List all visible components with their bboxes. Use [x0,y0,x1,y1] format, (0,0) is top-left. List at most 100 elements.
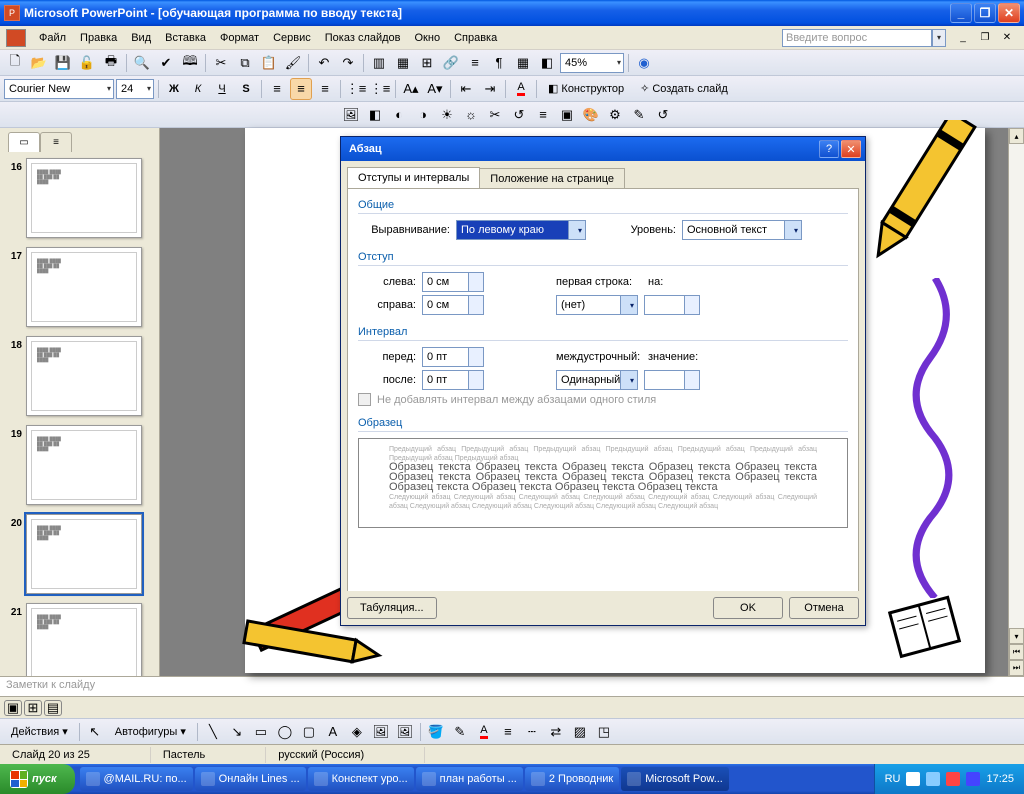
by-spinner[interactable] [644,295,700,315]
mdi-close-button[interactable]: ✕ [996,27,1018,49]
crop-icon[interactable]: ✂ [484,104,506,126]
taskbar-button[interactable]: Онлайн Lines ... [195,767,306,791]
expand-all-icon[interactable]: ≡ [464,52,486,74]
insert-picture-icon[interactable]: 🖼 [340,104,362,126]
start-button[interactable]: пуск [0,764,75,794]
clock[interactable]: 17:25 [986,773,1014,785]
taskbar-button[interactable]: Microsoft Pow... [621,767,729,791]
new-doc-icon[interactable]: 🗋 [4,52,26,74]
show-grid-icon[interactable]: ▦ [512,52,534,74]
oval-icon[interactable]: ◯ [274,721,296,743]
insert-chart-icon[interactable]: ▥ [368,52,390,74]
tray-icon[interactable] [966,772,980,786]
next-slide-icon[interactable]: ⏭ [1009,660,1024,676]
insert-hyperlink-icon[interactable]: 🔗 [440,52,462,74]
document-control-icon[interactable] [6,29,26,47]
vertical-scrollbar[interactable]: ▴ ▾ ⏮ ⏭ [1008,128,1024,676]
arrow-icon[interactable]: ↘ [226,721,248,743]
taskbar-button[interactable]: Конспект уро... [308,767,414,791]
slide-thumb-18[interactable]: 18████ ██████ ███ ██████ [8,336,151,419]
dash-style-icon[interactable]: ┄ [521,721,543,743]
dialog-titlebar[interactable]: Абзац ? ✕ [341,137,865,161]
permission-icon[interactable]: 🔓 [76,52,98,74]
open-icon[interactable]: 📂 [28,52,50,74]
italic-icon[interactable]: К [187,78,209,100]
minimize-button[interactable]: _ [950,3,972,23]
less-contrast-icon[interactable]: ◑ [412,104,434,126]
designer-button[interactable]: ◧Конструктор [541,78,631,100]
menu-file[interactable]: Файл [32,29,73,47]
taskbar-button[interactable]: план работы ... [416,767,523,791]
mdi-restore-button[interactable]: ❐ [974,27,996,49]
color-icon[interactable]: ◧ [364,104,386,126]
autoshapes-menu[interactable]: Автофигуры▾ [108,721,193,743]
more-brightness-icon[interactable]: ☀ [436,104,458,126]
textbox-icon[interactable]: ▢ [298,721,320,743]
picture-icon[interactable]: 🖼 [394,721,416,743]
color-grayscale-icon[interactable]: ◧ [536,52,558,74]
paste-icon[interactable]: 📋 [258,52,280,74]
indent-left-spinner[interactable]: 0 см [422,272,484,292]
before-spinner[interactable]: 0 пт [422,347,484,367]
increase-indent-icon[interactable]: ⇥ [479,78,501,100]
tables-borders-icon[interactable]: ⊞ [416,52,438,74]
menu-slideshow[interactable]: Показ слайдов [318,29,408,47]
align-right-icon[interactable]: ≡ [314,78,336,100]
line-color-icon[interactable]: ✎ [449,721,471,743]
research-icon[interactable]: 🕮 [179,52,201,74]
zoom-combo[interactable]: 45% [560,53,624,73]
nosame-checkbox[interactable] [358,393,371,406]
line-style-icon[interactable]: ≡ [532,104,554,126]
less-brightness-icon[interactable]: ☼ [460,104,482,126]
menu-format[interactable]: Формат [213,29,266,47]
line-icon[interactable]: ╲ [202,721,224,743]
level-select[interactable]: Основной текст [682,220,802,240]
tray-icon[interactable] [906,772,920,786]
notes-pane[interactable]: Заметки к слайду [0,676,1024,696]
menu-insert[interactable]: Вставка [158,29,213,47]
numbering-icon[interactable]: ⋮≡ [345,78,367,100]
align-left-icon[interactable]: ≡ [266,78,288,100]
transparent-color-icon[interactable]: ✎ [628,104,650,126]
bold-icon[interactable]: Ж [163,78,185,100]
decrease-font-icon[interactable]: A▾ [424,78,446,100]
tray-icon[interactable] [926,772,940,786]
ok-button[interactable]: OK [713,597,783,619]
language-indicator[interactable]: RU [885,773,901,785]
arrow-style-icon[interactable]: ⇄ [545,721,567,743]
bullets-icon[interactable]: ⋮≡ [369,78,391,100]
maximize-button[interactable]: ❐ [974,3,996,23]
rotate-left-icon[interactable]: ↺ [508,104,530,126]
dialog-help-button[interactable]: ? [819,140,839,158]
actions-menu[interactable]: Действия▾ [4,721,75,743]
ask-question-dropdown-icon[interactable]: ▾ [932,29,946,47]
linespacing-select[interactable]: Одинарный [556,370,638,390]
cancel-button[interactable]: Отмена [789,597,859,619]
lsby-spinner[interactable] [644,370,700,390]
tabs-button[interactable]: Табуляция... [347,597,437,619]
font-size-combo[interactable]: 24 [116,79,154,99]
firstline-select[interactable]: (нет) [556,295,638,315]
underline-icon[interactable]: Ч [211,78,233,100]
decrease-indent-icon[interactable]: ⇤ [455,78,477,100]
slide-thumb-19[interactable]: 19████ ██████ ███ ██████ [8,425,151,508]
reset-picture-icon[interactable]: ↺ [652,104,674,126]
menu-help[interactable]: Справка [447,29,504,47]
print-icon[interactable]: 🖶 [100,52,122,74]
scroll-up-icon[interactable]: ▴ [1009,128,1024,144]
taskbar-button[interactable]: 2 Проводник [525,767,619,791]
increase-font-icon[interactable]: A▴ [400,78,422,100]
copy-icon[interactable]: ⧉ [234,52,256,74]
slideshow-view-icon[interactable]: ▤ [44,700,62,716]
3d-style-icon[interactable]: ◳ [593,721,615,743]
undo-icon[interactable]: ↶ [313,52,335,74]
indent-right-spinner[interactable]: 0 см [422,295,484,315]
sorter-view-icon[interactable]: ⊞ [24,700,42,716]
rectangle-icon[interactable]: ▭ [250,721,272,743]
show-formatting-icon[interactable]: ¶ [488,52,510,74]
fill-color-icon[interactable]: 🪣 [425,721,447,743]
slide-thumb-16[interactable]: 16████ ██████ ███ ██████ [8,158,151,241]
print-preview-icon[interactable]: 🔍 [131,52,153,74]
line-weight-icon[interactable]: ≡ [497,721,519,743]
menu-edit[interactable]: Правка [73,29,124,47]
